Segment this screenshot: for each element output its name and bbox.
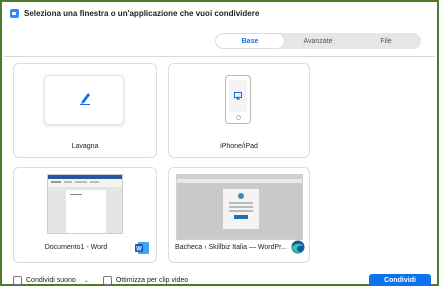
bottom-bar: Condividi suono ⌄ Ottimizza per clip vid… xyxy=(4,272,435,286)
share-button[interactable]: Condividi xyxy=(369,274,431,286)
browser-window-preview xyxy=(177,175,302,239)
tab-switcher: Base Avanzate File xyxy=(215,33,421,49)
card-edge[interactable]: Bacheca ‹ Skillbiz Italia — WordPr... xyxy=(168,167,310,263)
whiteboard-preview xyxy=(44,75,124,125)
optimize-video-label: Ottimizza per clip video xyxy=(115,276,189,284)
title-bar: Seleziona una finestra o un'applicazione… xyxy=(4,4,435,22)
optimize-video-checkbox[interactable] xyxy=(102,275,112,285)
tab-file[interactable]: File xyxy=(352,34,420,48)
word-icon: W xyxy=(135,242,149,254)
share-screen-window: Seleziona una finestra o un'applicazione… xyxy=(0,0,439,286)
window-title: Seleziona una finestra o un'applicazione… xyxy=(24,8,260,18)
chevron-down-icon[interactable]: ⌄ xyxy=(84,277,89,284)
card-whiteboard[interactable]: Lavagna xyxy=(13,63,157,158)
card-word[interactable]: Documento1 - Word W xyxy=(13,167,157,263)
edge-icon xyxy=(291,240,305,254)
share-sound-label: Condividi suono xyxy=(26,276,76,284)
ipad-device-icon xyxy=(225,75,251,124)
tab-base[interactable]: Base xyxy=(216,34,284,48)
word-thumbnail xyxy=(47,174,123,234)
tab-avanzate[interactable]: Avanzate xyxy=(284,34,352,48)
card-word-label: Documento1 - Word xyxy=(44,244,108,251)
card-whiteboard-label: Lavagna xyxy=(71,143,99,150)
ipad-home-button xyxy=(236,115,241,120)
ipad-screen xyxy=(229,80,247,112)
edge-thumbnail xyxy=(176,174,303,240)
card-iphone-ipad[interactable]: iPhone/iPad xyxy=(168,63,310,158)
pencil-icon xyxy=(80,93,90,105)
word-window-preview xyxy=(48,175,122,233)
header-divider xyxy=(4,56,435,57)
card-iphone-ipad-label: iPhone/iPad xyxy=(220,143,258,150)
airplay-icon xyxy=(234,92,242,100)
share-sound-checkbox[interactable] xyxy=(13,275,22,285)
svg-text:W: W xyxy=(136,247,142,253)
card-edge-label: Bacheca ‹ Skillbiz Italia — WordPr... xyxy=(175,244,287,251)
zoom-camera-icon xyxy=(10,8,19,18)
